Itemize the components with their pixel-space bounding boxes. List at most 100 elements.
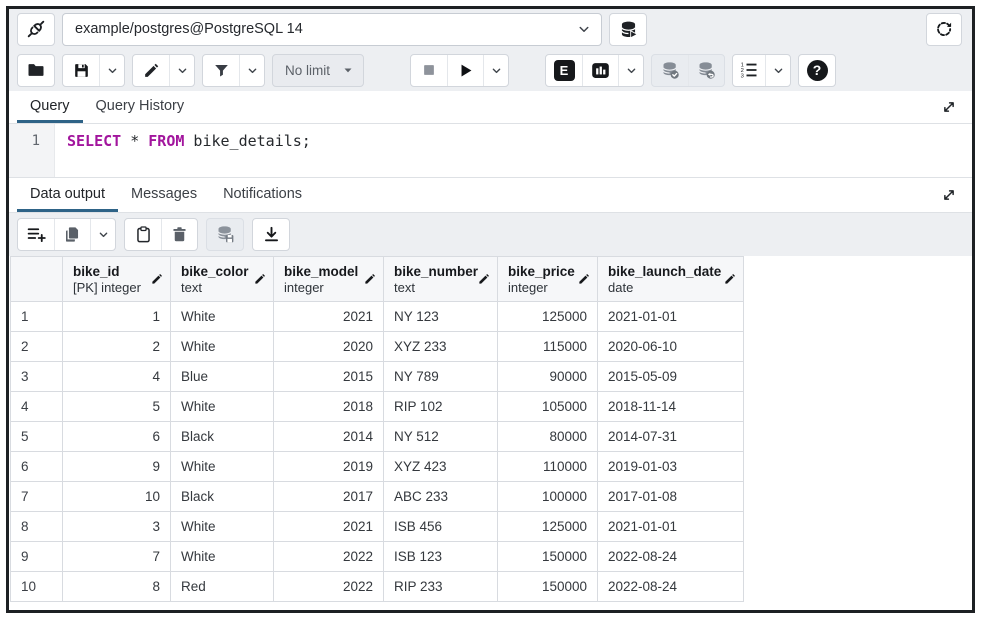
cell-bike_id[interactable]: 5: [63, 392, 171, 422]
explain-button[interactable]: E: [546, 55, 582, 86]
pencil-icon[interactable]: [577, 272, 591, 286]
connection-select[interactable]: example/postgres@PostgreSQL 14: [62, 13, 602, 46]
cell-bike_price[interactable]: 80000: [498, 422, 598, 452]
cell-bike_model[interactable]: 2017: [274, 482, 384, 512]
cell-bike_price[interactable]: 115000: [498, 332, 598, 362]
cell-bike_model[interactable]: 2021: [274, 512, 384, 542]
cell-bike_id[interactable]: 8: [63, 572, 171, 602]
cell-bike_model[interactable]: 2022: [274, 542, 384, 572]
row-number[interactable]: 2: [11, 332, 63, 362]
cell-bike_number[interactable]: NY 512: [384, 422, 498, 452]
cell-bike_number[interactable]: ISB 456: [384, 512, 498, 542]
pencil-icon[interactable]: [150, 272, 164, 286]
delete-row-button[interactable]: [161, 219, 197, 250]
cell-bike_launch_date[interactable]: 2020-06-10: [598, 332, 744, 362]
cell-bike_launch_date[interactable]: 2021-01-01: [598, 302, 744, 332]
cell-bike_color[interactable]: Black: [171, 482, 274, 512]
tab-notifications[interactable]: Notifications: [210, 178, 315, 212]
explain-analyze-button[interactable]: [582, 55, 618, 86]
sql-code-line[interactable]: SELECT * FROM bike_details;: [55, 124, 311, 177]
cell-bike_color[interactable]: Black: [171, 422, 274, 452]
cell-bike_id[interactable]: 9: [63, 452, 171, 482]
pencil-icon[interactable]: [723, 272, 737, 286]
column-header-bike_launch_date[interactable]: bike_launch_datedate: [598, 257, 744, 302]
pencil-icon[interactable]: [363, 272, 377, 286]
cell-bike_launch_date[interactable]: 2015-05-09: [598, 362, 744, 392]
cell-bike_id[interactable]: 2: [63, 332, 171, 362]
cell-bike_color[interactable]: White: [171, 452, 274, 482]
cell-bike_model[interactable]: 2015: [274, 362, 384, 392]
cell-bike_model[interactable]: 2018: [274, 392, 384, 422]
cell-bike_price[interactable]: 150000: [498, 542, 598, 572]
pencil-icon[interactable]: [477, 272, 491, 286]
cell-bike_launch_date[interactable]: 2021-01-01: [598, 512, 744, 542]
column-header-bike_price[interactable]: bike_priceinteger: [498, 257, 598, 302]
corner-header[interactable]: [11, 257, 63, 302]
sql-editor[interactable]: 1 SELECT * FROM bike_details;: [9, 124, 972, 178]
edit-menu-button[interactable]: [169, 55, 194, 86]
cell-bike_model[interactable]: 2022: [274, 572, 384, 602]
refresh-layout-button[interactable]: [926, 13, 962, 46]
cell-bike_id[interactable]: 4: [63, 362, 171, 392]
cell-bike_id[interactable]: 10: [63, 482, 171, 512]
cell-bike_price[interactable]: 90000: [498, 362, 598, 392]
cell-bike_number[interactable]: XYZ 423: [384, 452, 498, 482]
add-row-button[interactable]: [18, 219, 54, 250]
cell-bike_price[interactable]: 150000: [498, 572, 598, 602]
save-data-changes-button[interactable]: [207, 219, 243, 250]
cell-bike_color[interactable]: White: [171, 392, 274, 422]
cell-bike_number[interactable]: ISB 123: [384, 542, 498, 572]
column-header-bike_number[interactable]: bike_numbertext: [384, 257, 498, 302]
column-header-bike_id[interactable]: bike_id[PK] integer: [63, 257, 171, 302]
cell-bike_launch_date[interactable]: 2017-01-08: [598, 482, 744, 512]
tab-data-output[interactable]: Data output: [17, 178, 118, 212]
download-results-button[interactable]: [253, 219, 289, 250]
cell-bike_model[interactable]: 2021: [274, 302, 384, 332]
row-number[interactable]: 10: [11, 572, 63, 602]
edit-button[interactable]: [133, 55, 169, 86]
cell-bike_number[interactable]: RIP 233: [384, 572, 498, 602]
cell-bike_color[interactable]: Red: [171, 572, 274, 602]
explain-menu-button[interactable]: [618, 55, 643, 86]
save-menu-button[interactable]: [99, 55, 124, 86]
cell-bike_color[interactable]: White: [171, 332, 274, 362]
row-number[interactable]: 6: [11, 452, 63, 482]
cell-bike_launch_date[interactable]: 2022-08-24: [598, 542, 744, 572]
paste-button[interactable]: [125, 219, 161, 250]
macros-menu-button[interactable]: [765, 55, 790, 86]
expand-output-button[interactable]: [940, 178, 958, 212]
cell-bike_color[interactable]: White: [171, 302, 274, 332]
stop-button[interactable]: [411, 55, 447, 86]
cell-bike_id[interactable]: 7: [63, 542, 171, 572]
cell-bike_price[interactable]: 125000: [498, 512, 598, 542]
row-number[interactable]: 9: [11, 542, 63, 572]
cell-bike_number[interactable]: NY 789: [384, 362, 498, 392]
expand-editor-button[interactable]: [940, 91, 958, 123]
copy-button[interactable]: [54, 219, 90, 250]
row-number[interactable]: 7: [11, 482, 63, 512]
row-number[interactable]: 1: [11, 302, 63, 332]
cell-bike_model[interactable]: 2014: [274, 422, 384, 452]
cell-bike_launch_date[interactable]: 2022-08-24: [598, 572, 744, 602]
copy-menu-button[interactable]: [90, 219, 115, 250]
cell-bike_number[interactable]: RIP 102: [384, 392, 498, 422]
cell-bike_price[interactable]: 105000: [498, 392, 598, 422]
tab-messages[interactable]: Messages: [118, 178, 210, 212]
execute-menu-button[interactable]: [483, 55, 508, 86]
cell-bike_color[interactable]: White: [171, 512, 274, 542]
cell-bike_launch_date[interactable]: 2014-07-31: [598, 422, 744, 452]
save-button[interactable]: [63, 55, 99, 86]
column-header-bike_color[interactable]: bike_colortext: [171, 257, 274, 302]
rollback-button[interactable]: [688, 55, 724, 86]
filter-button[interactable]: [203, 55, 239, 86]
cell-bike_number[interactable]: ABC 233: [384, 482, 498, 512]
cell-bike_id[interactable]: 6: [63, 422, 171, 452]
cell-bike_launch_date[interactable]: 2019-01-03: [598, 452, 744, 482]
cell-bike_number[interactable]: XYZ 233: [384, 332, 498, 362]
execute-button[interactable]: [447, 55, 483, 86]
commit-button[interactable]: [652, 55, 688, 86]
cell-bike_id[interactable]: 1: [63, 302, 171, 332]
connection-status-button[interactable]: [17, 13, 55, 46]
cell-bike_price[interactable]: 125000: [498, 302, 598, 332]
row-number[interactable]: 8: [11, 512, 63, 542]
